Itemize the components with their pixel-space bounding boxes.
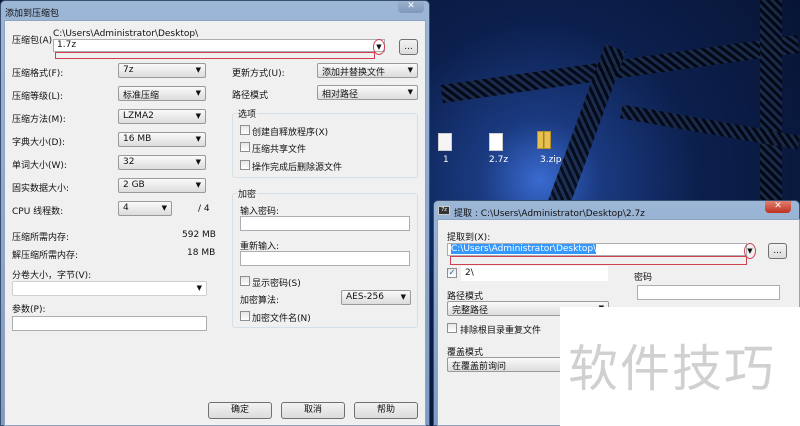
watermark-overlay: 软件技巧 [560, 307, 800, 426]
format-label: 压缩格式(F): [12, 69, 64, 79]
sfx-label: 创建自释放程序(X) [252, 128, 329, 138]
method-label: 压缩方法(M): [12, 115, 66, 125]
archive-dropdown-button[interactable]: ▼ [373, 39, 385, 55]
dictionary-label: 字典大小(D): [12, 138, 65, 148]
extract-to-value: C:\Users\Administrator\Desktop\ [451, 244, 597, 254]
help-button[interactable]: 帮助 [354, 402, 418, 419]
password-label: 密码 [634, 273, 653, 283]
solid-size-label: 固实数据大小: [12, 184, 70, 194]
archive-path: C:\Users\Administrator\Desktop\ [53, 29, 199, 39]
highlight-box [450, 256, 747, 265]
close-icon: ✕ [407, 1, 415, 11]
chevron-down-icon: ▼ [376, 43, 382, 51]
desktop-icon-label[interactable]: 2.7z [489, 155, 508, 165]
level-select[interactable]: 标准压缩 [118, 86, 206, 101]
password-input[interactable] [637, 285, 780, 300]
subfolder-input[interactable]: 2\ [461, 266, 608, 281]
algo-select[interactable]: AES-256 [341, 290, 411, 305]
password-input[interactable] [240, 216, 410, 231]
delete-after-checkbox[interactable] [240, 160, 250, 170]
file-icon[interactable] [438, 133, 452, 151]
browse-button[interactable]: ... [768, 243, 787, 259]
encryption-title: 加密 [237, 187, 258, 200]
archive-name-input[interactable]: 1.7z [53, 39, 385, 52]
chevron-down-icon: ▼ [747, 247, 753, 255]
algo-label: 加密算法: [240, 296, 280, 306]
file-icon[interactable] [489, 133, 503, 151]
desktop-icon-label[interactable]: 3.zip [540, 155, 562, 165]
method-select[interactable]: LZMA2 [118, 109, 206, 124]
mem-compress-label: 压缩所需内存: [12, 233, 70, 243]
wallpaper-beam [440, 35, 800, 103]
window-title: 添加到压缩包 [5, 9, 60, 19]
word-size-label: 单词大小(W): [12, 161, 67, 171]
close-button[interactable]: ✕ [398, 1, 424, 13]
extract-to-input[interactable]: C:\Users\Administrator\Desktop\ [447, 243, 747, 256]
watermark-text: 软件技巧 [568, 340, 776, 398]
subfolder-checkbox[interactable]: ✓ [447, 268, 457, 278]
cpu-label: CPU 线程数: [12, 207, 64, 217]
params-label: 参数(P): [12, 305, 46, 315]
ok-button[interactable]: 确定 [208, 402, 272, 419]
7zip-app-icon: 7z [438, 206, 450, 215]
shared-checkbox[interactable] [240, 142, 250, 152]
close-button[interactable]: ✕ [765, 201, 791, 213]
desktop-icon-label[interactable]: 1 [443, 155, 449, 165]
params-input[interactable] [12, 316, 207, 331]
cpu-select[interactable]: 4 [118, 201, 172, 216]
cpu-max: / 4 [198, 204, 210, 214]
pathmode-label: 路径模式 [232, 91, 269, 101]
close-icon: ✕ [774, 201, 782, 211]
exclude-checkbox[interactable] [447, 323, 457, 333]
zip-folder-icon[interactable] [537, 131, 551, 149]
show-password-checkbox[interactable] [240, 276, 250, 286]
highlight-box [55, 52, 375, 59]
encrypt-names-checkbox[interactable] [240, 311, 250, 321]
mem-compress-value: 592 MB [182, 230, 216, 240]
cancel-button[interactable]: 取消 [281, 402, 345, 419]
mem-decompress-value: 18 MB [187, 248, 216, 258]
level-label: 压缩等级(L): [12, 92, 64, 102]
exclude-label: 排除根目录重复文件 [460, 326, 542, 336]
update-select[interactable]: 添加并替换文件 [317, 63, 418, 78]
word-size-select[interactable]: 32 [118, 155, 206, 170]
reenter-input[interactable] [240, 251, 410, 266]
extract-dropdown-button[interactable]: ▼ [744, 243, 756, 259]
split-select[interactable] [12, 281, 207, 296]
format-select[interactable]: 7z [118, 63, 206, 78]
solid-size-select[interactable]: 2 GB [118, 178, 206, 193]
window-title: 提取 : C:\Users\Administrator\Desktop\2.7z [454, 209, 645, 219]
encrypt-names-label: 加密文件名(N) [252, 314, 311, 324]
pathmode-select[interactable]: 相对路径 [317, 85, 418, 100]
mem-decompress-label: 解压缩所需内存: [12, 251, 79, 261]
update-label: 更新方式(U): [232, 69, 285, 79]
archive-label: 压缩包(A) [12, 36, 53, 46]
shared-label: 压缩共享文件 [252, 145, 307, 155]
sfx-checkbox[interactable] [240, 125, 250, 135]
split-label: 分卷大小，字节(V): [12, 271, 92, 281]
delete-after-label: 操作完成后删除源文件 [252, 163, 343, 173]
dictionary-select[interactable]: 16 MB [118, 132, 206, 147]
extract-to-label: 提取到(X): [447, 233, 491, 243]
options-title: 选项 [237, 107, 258, 120]
show-password-label: 显示密码(S) [252, 279, 301, 289]
browse-button[interactable]: ... [399, 39, 418, 55]
